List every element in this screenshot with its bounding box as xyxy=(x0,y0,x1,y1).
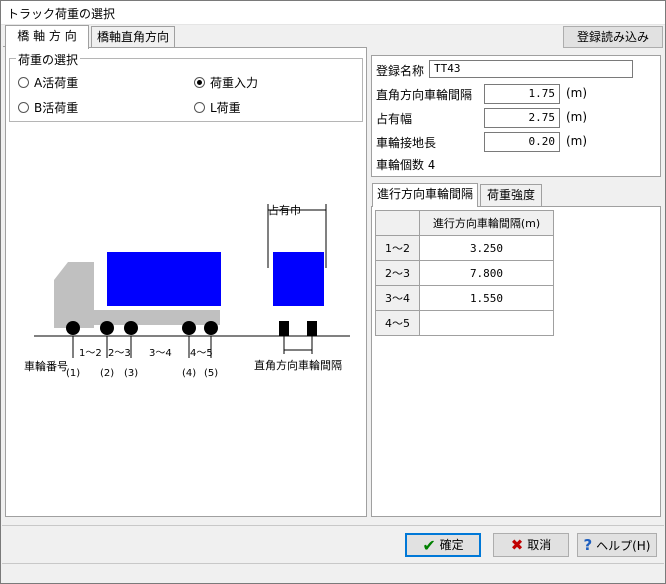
table-corner-cell xyxy=(375,210,420,236)
occupied-width-diagram-label: 占有巾 xyxy=(268,204,301,217)
ok-label: 確定 xyxy=(439,538,464,552)
spacing-table: 進行方向車輪間隔(m) 1～2 3.250 2～3 7.800 3～4 1.55… xyxy=(375,210,554,336)
table-cell-value[interactable]: 3.250 xyxy=(419,235,554,261)
perp-spacing-input[interactable]: 1.75 xyxy=(484,84,560,104)
tab-bridge-axis[interactable]: 橋 軸 方 向 xyxy=(5,25,89,49)
wheel-3 xyxy=(124,321,138,335)
cancel-button[interactable]: ✖ 取消 xyxy=(493,533,569,557)
help-label: ヘルプ(H) xyxy=(596,539,651,553)
front-wheel-left xyxy=(279,321,289,336)
perp-spacing-unit: (m) xyxy=(566,86,588,100)
tab-perpendicular-label: 橋軸直角方向 xyxy=(96,30,169,44)
cancel-label: 取消 xyxy=(527,538,552,552)
footer-divider xyxy=(2,525,664,526)
axle-number-3: (3) xyxy=(124,368,139,379)
axle-number-5: (5) xyxy=(204,368,219,379)
spacing-label-4-5: 4～5 xyxy=(190,348,213,359)
table-column-header: 進行方向車輪間隔(m) xyxy=(419,210,554,236)
wheel-count-value: 4 xyxy=(427,158,436,172)
table-row: 1～2 3.250 xyxy=(375,235,554,261)
table-cell-value[interactable]: 1.550 xyxy=(419,285,554,311)
table-row-label: 2～3 xyxy=(375,260,420,286)
load-registered-label: 登録読み込み xyxy=(576,30,649,44)
tab-load-strength[interactable]: 荷重強度 xyxy=(480,184,542,206)
contact-length-label: 車輪接地長 xyxy=(376,136,437,150)
reg-name-value: TT43 xyxy=(434,62,461,75)
axle-number-label: 車輪番号 xyxy=(24,360,68,373)
table-row: 3～4 1.550 xyxy=(375,285,554,311)
contact-length-value: 0.20 xyxy=(528,135,556,148)
title-bar: トラック荷重の選択 xyxy=(1,1,665,25)
spacing-table-panel: 進行方向車輪間隔(m) 1～2 3.250 2～3 7.800 3～4 1.55… xyxy=(371,206,661,517)
perp-spacing-diagram-label: 直角方向車輪間隔 xyxy=(254,359,342,372)
table-row-label: 1～2 xyxy=(375,235,420,261)
wheel-5 xyxy=(204,321,218,335)
tab-bridge-axis-label: 橋 軸 方 向 xyxy=(17,29,77,43)
reg-name-input[interactable]: TT43 xyxy=(429,60,633,78)
contact-length-input[interactable]: 0.20 xyxy=(484,132,560,152)
occupied-width-unit: (m) xyxy=(566,110,588,124)
occupied-width-input[interactable]: 2.75 xyxy=(484,108,560,128)
spacing-label-2-3: 2～3 xyxy=(108,348,131,359)
front-cargo xyxy=(273,252,324,306)
table-row: 4～5 xyxy=(375,310,554,336)
tab-travel-spacing-label: 進行方向車輪間隔 xyxy=(376,187,473,201)
axle-number-1: (1) xyxy=(66,368,81,379)
wheel-count-label: 車輪個数 xyxy=(376,158,425,172)
occupied-width-value: 2.75 xyxy=(528,111,556,124)
table-row: 2～3 7.800 xyxy=(375,260,554,286)
spacing-label-3-4: 3～4 xyxy=(149,348,172,359)
status-bar xyxy=(2,563,664,583)
load-registered-button[interactable]: 登録読み込み xyxy=(563,26,663,48)
truck-diagram xyxy=(34,204,350,358)
front-wheel-right xyxy=(307,321,317,336)
tab-perpendicular[interactable]: 橋軸直角方向 xyxy=(91,26,175,48)
reg-name-label: 登録名称 xyxy=(376,64,425,78)
properties-panel: 登録名称 TT43 直角方向車輪間隔 1.75 (m) 占有幅 2.75 (m)… xyxy=(371,55,661,177)
perp-spacing-label: 直角方向車輪間隔 xyxy=(376,88,473,102)
axle-number-2: (2) xyxy=(100,368,115,379)
tab-load-strength-label: 荷重強度 xyxy=(486,188,535,202)
truck-front-view xyxy=(261,204,348,354)
checkmark-icon: ✔ xyxy=(422,536,436,555)
tab-travel-spacing[interactable]: 進行方向車輪間隔 xyxy=(372,183,478,207)
wheel-4 xyxy=(182,321,196,335)
table-header-row: 進行方向車輪間隔(m) xyxy=(375,210,554,236)
wheel-2 xyxy=(100,321,114,335)
cross-icon: ✖ xyxy=(510,536,524,554)
perp-spacing-value: 1.75 xyxy=(528,87,556,100)
wheel-count-row: 車輪個数 4 xyxy=(376,156,435,173)
question-icon: ? xyxy=(583,536,593,554)
window-title: トラック荷重の選択 xyxy=(7,7,116,21)
table-row-label: 4～5 xyxy=(375,310,420,336)
table-cell-value[interactable] xyxy=(419,310,554,336)
table-cell-value[interactable]: 7.800 xyxy=(419,260,554,286)
spacing-label-1-2: 1～2 xyxy=(79,348,102,359)
truck-cab xyxy=(54,262,94,328)
truck-load-dialog: トラック荷重の選択 橋 軸 方 向 橋軸直角方向 登録読み込み 荷重の選択 A活… xyxy=(0,0,666,584)
contact-length-unit: (m) xyxy=(566,134,588,148)
help-button[interactable]: ? ヘルプ(H) xyxy=(577,533,657,557)
ok-button[interactable]: ✔ 確定 xyxy=(405,533,481,557)
occupied-width-label: 占有幅 xyxy=(376,112,413,126)
table-row-label: 3～4 xyxy=(375,285,420,311)
axle-number-4: (4) xyxy=(182,368,197,379)
truck-cargo xyxy=(107,252,221,306)
wheel-1 xyxy=(66,321,80,335)
bridge-axis-panel: 荷重の選択 A活荷重 B活荷重 荷重入力 L荷重 占有巾 1～2 2～3 3～4… xyxy=(5,47,367,517)
